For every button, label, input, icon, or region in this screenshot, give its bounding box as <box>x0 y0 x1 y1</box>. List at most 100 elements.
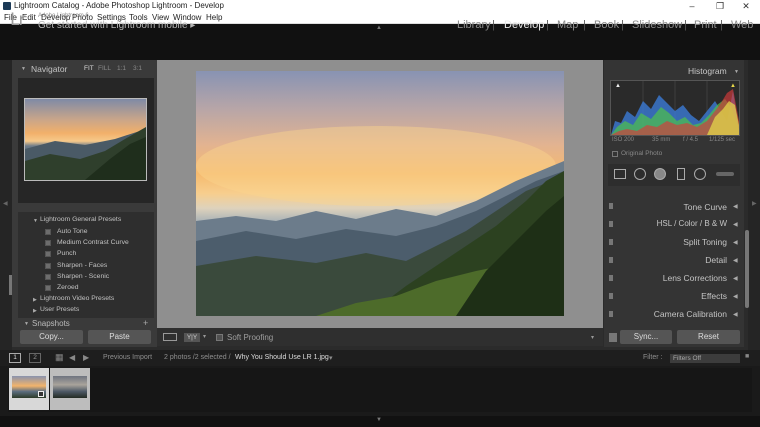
module-map[interactable]: Map <box>557 19 578 31</box>
adjustment-brush-icon[interactable] <box>716 172 734 176</box>
loupe-view-icon[interactable] <box>163 333 177 341</box>
panel-expand-icon[interactable]: ◀ <box>733 311 738 318</box>
module-book[interactable]: Book <box>594 19 619 31</box>
navigator-title: Navigator <box>31 64 68 74</box>
lens-corrections-label[interactable]: Lens Corrections <box>640 273 727 283</box>
preset-icon <box>45 285 51 291</box>
presets-group-collapsed-icon[interactable]: ▶ <box>33 297 37 303</box>
filmstrip-source[interactable]: Previous Import <box>103 354 152 361</box>
module-separator: | <box>492 19 495 31</box>
graduated-filter-icon[interactable] <box>677 168 685 180</box>
bottom-panel-toggle-icon[interactable]: ▼ <box>376 417 382 423</box>
lightroom-app-icon <box>3 2 11 10</box>
snapshots-collapse-icon[interactable]: ▼ <box>24 321 29 327</box>
panel-expand-icon[interactable]: ◀ <box>733 239 738 246</box>
panel-switch-icon[interactable] <box>609 239 613 245</box>
mobile-promo-link[interactable]: Get started with Lightroom mobile ▸ <box>38 20 195 31</box>
back-arrow-icon[interactable]: ◀ <box>69 353 75 362</box>
camera-calibration-label[interactable]: Camera Calibration <box>630 309 727 319</box>
left-panel-toggle-icon[interactable]: ◀ <box>3 200 8 207</box>
panel-switch-icon[interactable] <box>609 257 613 263</box>
reset-button[interactable]: Reset <box>677 330 740 344</box>
filter-lock-icon[interactable]: ■ <box>745 353 749 360</box>
filmstrip-filename[interactable]: Why You Should Use LR 1.jpg <box>235 354 329 361</box>
histogram-collapse-icon[interactable]: ▼ <box>734 69 739 75</box>
effects-label[interactable]: Effects <box>640 291 727 301</box>
panel-expand-icon[interactable]: ◀ <box>733 257 738 264</box>
paste-button[interactable]: Paste <box>88 330 151 344</box>
panel-switch-icon[interactable] <box>609 293 613 299</box>
right-panel-scrollbar[interactable] <box>745 230 749 308</box>
top-panel-toggle-icon[interactable]: ▲ <box>376 25 382 31</box>
panel-switch-icon[interactable] <box>609 203 613 209</box>
preset-zeroed[interactable]: Zeroed <box>57 284 79 291</box>
module-print[interactable]: Print <box>694 19 717 31</box>
secondary-window-button[interactable]: 2 <box>29 353 41 363</box>
soft-proofing-checkbox[interactable] <box>216 334 223 341</box>
histogram[interactable]: ▲ ▲ <box>610 80 740 136</box>
panel-expand-icon[interactable]: ◀ <box>733 221 738 228</box>
auto-sync-switch[interactable] <box>609 333 617 342</box>
filmstrip-thumbnail[interactable] <box>53 376 87 398</box>
presets-group-expand-icon[interactable]: ▼ <box>33 218 38 224</box>
menu-help[interactable]: Help <box>206 13 222 22</box>
forward-arrow-icon[interactable]: ▶ <box>83 353 89 362</box>
histogram-title: Histogram <box>688 66 727 76</box>
panel-expand-icon[interactable]: ◀ <box>733 293 738 300</box>
navigator-fit[interactable]: FIT <box>84 65 94 72</box>
main-photo[interactable] <box>196 71 564 316</box>
right-panel-toggle-icon[interactable]: ▶ <box>752 200 757 207</box>
panel-switch-icon[interactable] <box>609 221 613 227</box>
hsl-color-bw-label[interactable]: HSL / Color / B & W <box>620 219 727 228</box>
module-library[interactable]: Library <box>457 19 491 31</box>
before-after-dropdown-icon[interactable]: ▾ <box>203 333 206 340</box>
navigator-3-1[interactable]: 3:1 <box>133 65 142 72</box>
sync-button[interactable]: Sync... <box>620 330 672 344</box>
preset-group-video[interactable]: Lightroom Video Presets <box>40 295 114 302</box>
red-eye-tool-icon[interactable] <box>654 168 666 180</box>
panel-expand-icon[interactable]: ◀ <box>733 203 738 210</box>
original-photo-checkbox[interactable] <box>612 151 618 157</box>
preset-auto-tone[interactable]: Auto Tone <box>57 228 88 235</box>
module-slideshow[interactable]: Slideshow <box>632 19 682 31</box>
toolbar-menu-icon[interactable]: ▾ <box>591 334 594 341</box>
add-snapshot-button[interactable]: + <box>143 318 148 328</box>
panel-expand-icon[interactable]: ◀ <box>733 275 738 282</box>
navigator-collapse-icon[interactable]: ▼ <box>21 66 26 72</box>
crop-tool-icon[interactable] <box>614 169 626 179</box>
preset-sharpen-faces[interactable]: Sharpen - Faces <box>57 262 107 269</box>
preset-group-general[interactable]: Lightroom General Presets <box>40 216 121 223</box>
preset-sharpen-scenic[interactable]: Sharpen - Scenic <box>57 273 109 280</box>
filter-label: Filter : <box>643 354 663 361</box>
navigator-thumbnail[interactable] <box>24 98 147 181</box>
module-web[interactable]: Web <box>731 19 753 31</box>
copy-button[interactable]: Copy... <box>20 330 83 344</box>
preset-punch[interactable]: Punch <box>57 250 76 257</box>
detail-label[interactable]: Detail <box>640 255 727 265</box>
panel-switch-icon[interactable] <box>609 275 613 281</box>
preset-icon <box>45 274 51 280</box>
highlight-clipping-icon[interactable]: ▲ <box>730 83 736 89</box>
maximize-button[interactable]: ❐ <box>708 0 732 12</box>
filmstrip-dropdown-icon[interactable]: ▾ <box>329 354 333 362</box>
before-after-button[interactable]: Y|Y <box>184 333 200 342</box>
preset-group-user[interactable]: User Presets <box>40 306 79 313</box>
split-toning-label[interactable]: Split Toning <box>640 237 727 247</box>
panel-switch-icon[interactable] <box>609 311 613 317</box>
presets-group-collapsed-icon[interactable]: ▶ <box>33 308 37 314</box>
spot-removal-tool-icon[interactable] <box>634 168 646 180</box>
radial-filter-icon[interactable] <box>694 168 706 180</box>
navigator-1-1[interactable]: 1:1 <box>117 65 126 72</box>
preset-medium-contrast-curve[interactable]: Medium Contrast Curve <box>57 239 129 246</box>
close-button[interactable]: ✕ <box>734 0 758 12</box>
filter-select[interactable]: Filters Off <box>670 354 740 363</box>
module-separator: | <box>621 19 624 31</box>
minimize-button[interactable]: – <box>680 0 704 12</box>
primary-window-button[interactable]: 1 <box>9 353 21 363</box>
shadow-clipping-icon[interactable]: ▲ <box>615 83 621 89</box>
filmstrip-track <box>8 368 752 412</box>
landscape-photo-image <box>196 126 564 316</box>
grid-view-icon[interactable]: ▦ <box>55 352 64 363</box>
navigator-fill[interactable]: FILL <box>98 65 111 72</box>
module-develop[interactable]: Develop <box>504 19 544 31</box>
